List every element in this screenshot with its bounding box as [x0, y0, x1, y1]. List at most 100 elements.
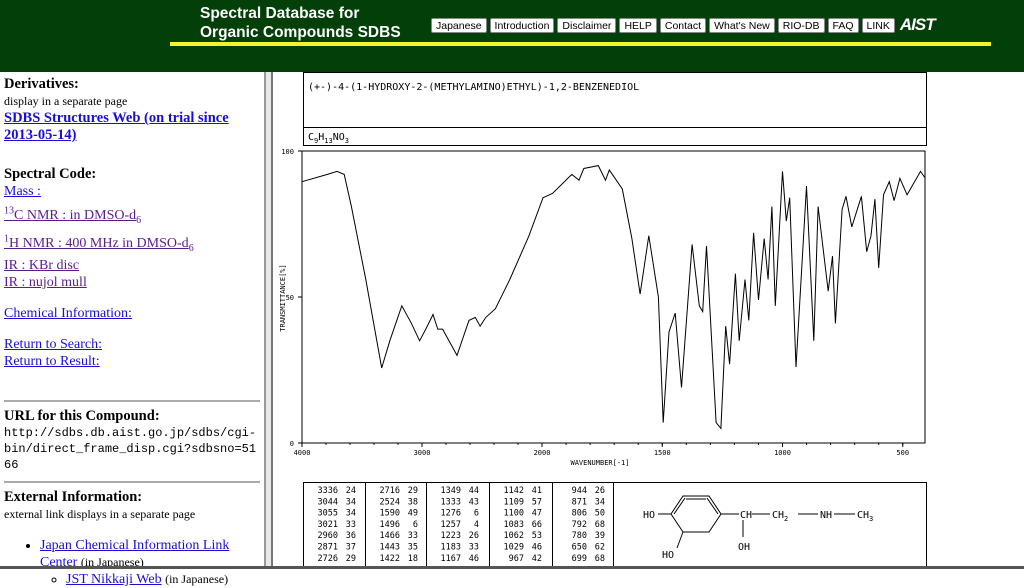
nav-disclaimer[interactable]: Disclaimer [557, 17, 617, 33]
title-line-2: Organic Compounds SDBS [200, 24, 401, 41]
peak-wavenumber: 1422 [380, 554, 400, 564]
link-jst-nikkaji[interactable]: JST Nikkaji Web [66, 572, 162, 587]
peak-wavenumber: 3055 [318, 509, 338, 519]
nav-contact[interactable]: Contact [659, 17, 707, 33]
peak-wavenumber: 1349 [441, 486, 461, 496]
nav-whats-new[interactable]: What's New [709, 17, 775, 33]
x-tick-label: 3000 [414, 449, 431, 457]
note: (in Japanese) [165, 571, 229, 586]
peak-wavenumber: 2871 [318, 543, 338, 553]
atom-ch2: CH2 [772, 510, 788, 523]
site-header: Spectral Database for Organic Compounds … [0, 0, 1024, 72]
sdbs-structures-link[interactable]: SDBS Structures Web (on trial since 2013… [4, 110, 229, 143]
peak-wavenumber: 3044 [318, 497, 338, 507]
link-return-result[interactable]: Return to Result: [4, 354, 100, 369]
peak-wavenumber: 1276 [441, 509, 461, 519]
atom-ho: HO [662, 550, 674, 561]
nav-faq[interactable]: FAQ [827, 17, 859, 33]
y-tick-label: 0 [290, 440, 294, 448]
sidebar: Derivatives: display in a separate page … [0, 72, 264, 587]
spectrum-line [301, 165, 926, 430]
link-ir-kbr[interactable]: IR : KBr disc [4, 258, 79, 273]
compound-url: http://sdbs.db.aist.go.jp/sdbs/cgi-bin/d… [4, 425, 257, 472]
label: H NMR : 400 MHz in DMSO-d [9, 236, 189, 252]
peak-wavenumber: 1443 [380, 543, 400, 553]
divider [4, 399, 260, 402]
peak-intensity: 36 [346, 531, 356, 541]
list-item: Japan Chemical Information Link Center (… [40, 537, 260, 588]
compound-formula: C9H13NO3 [308, 132, 349, 145]
spectrum-sheet: (+-)-4-(1-HYDROXY-2-(METHYLAMINO)ETHYL)-… [279, 72, 927, 567]
link-chemical-information[interactable]: Chemical Information: [4, 306, 132, 321]
peak-intensity: 38 [408, 497, 418, 507]
nav-japanese[interactable]: Japanese [431, 17, 487, 33]
atom-nh: NH [820, 510, 832, 521]
x-tick-label: 4000 [294, 449, 311, 457]
peak-intensity: 37 [346, 543, 356, 553]
atom-ch3: CH3 [857, 510, 873, 523]
nav-help[interactable]: HELP [619, 17, 657, 33]
link-1h-nmr[interactable]: 1H NMR : 400 MHz in DMSO-d6 [4, 233, 194, 254]
peak-wavenumber: 967 [509, 554, 524, 564]
peak-intensity: 47 [532, 509, 542, 519]
peak-intensity: 43 [469, 497, 479, 507]
x-axis-label: WAVENUMBER[-1] [570, 459, 629, 467]
structure-diagram [658, 495, 855, 549]
link-return-search[interactable]: Return to Search: [4, 337, 102, 352]
peak-intensity: 46 [532, 543, 542, 553]
nav-rio-db[interactable]: RIO-DB [777, 17, 825, 33]
peak-intensity: 35 [408, 543, 418, 553]
peak-intensity: 41 [532, 486, 542, 496]
aist-logo[interactable]: AIST [900, 15, 936, 35]
peak-wavenumber: 699 [572, 554, 587, 564]
peak-wavenumber: 1223 [441, 531, 461, 541]
peak-wavenumber: 1062 [504, 531, 524, 541]
peak-intensity: 18 [408, 554, 418, 564]
peak-intensity: 68 [595, 554, 605, 564]
peak-table: 3336 24 3044 34 3055 34 3021 33 2960 36 2871 37 2726… [303, 482, 927, 567]
nav-introduction[interactable]: Introduction [489, 17, 555, 33]
link-13c-nmr[interactable]: 13C NMR : in DMSO-d6 [4, 205, 141, 225]
peak-intensity: 34 [595, 497, 605, 507]
peak-intensity: 26 [595, 486, 605, 496]
peak-wavenumber: 650 [572, 543, 587, 553]
peak-wavenumber: 1109 [504, 497, 524, 507]
peak-intensity: 29 [408, 486, 418, 496]
peak-intensity: 33 [346, 520, 356, 530]
peak-intensity: 4 [474, 520, 479, 530]
y-tick-label: 100 [281, 148, 294, 156]
peak-intensity: 33 [469, 543, 479, 553]
peak-intensity: 46 [469, 554, 479, 564]
peak-wavenumber: 1590 [380, 509, 400, 519]
url-heading: URL for this Compound: [4, 407, 160, 424]
header-divider [170, 42, 991, 46]
peak-intensity: 57 [532, 497, 542, 507]
nav-link[interactable]: LINK [861, 17, 895, 33]
frame-divider[interactable] [264, 72, 273, 569]
peak-wavenumber: 780 [572, 531, 587, 541]
derivatives-heading: Derivatives: [4, 76, 79, 92]
superscript: 13 [4, 205, 14, 216]
peak-intensity: 24 [346, 486, 356, 496]
link-mass[interactable]: Mass : [4, 184, 41, 199]
peak-intensity: 53 [532, 531, 542, 541]
link-ir-nujol[interactable]: IR : nujol mull [4, 275, 87, 290]
plot-frame [301, 150, 926, 444]
spectral-code-heading: Spectral Code: [4, 166, 97, 182]
peak-wavenumber: 3336 [318, 486, 338, 496]
peak-intensity: 33 [408, 531, 418, 541]
peak-wavenumber: 1142 [504, 486, 524, 496]
external-heading: External Information: [4, 488, 143, 505]
peak-intensity: 66 [532, 520, 542, 530]
spectrum-frame: (+-)-4-(1-HYDROXY-2-(METHYLAMINO)ETHYL)-… [273, 72, 1024, 569]
site-title[interactable]: Spectral Database for Organic Compounds … [200, 4, 401, 42]
peak-intensity: 49 [408, 509, 418, 519]
peak-wavenumber: 2960 [318, 531, 338, 541]
peak-intensity: 6 [413, 520, 418, 530]
x-tick-label: 1500 [654, 449, 671, 457]
peak-intensity: 29 [346, 554, 356, 564]
atom-ho: HO [643, 510, 655, 521]
peak-intensity: 68 [595, 520, 605, 530]
subscript: 6 [188, 242, 194, 254]
peak-wavenumber: 1100 [504, 509, 524, 519]
